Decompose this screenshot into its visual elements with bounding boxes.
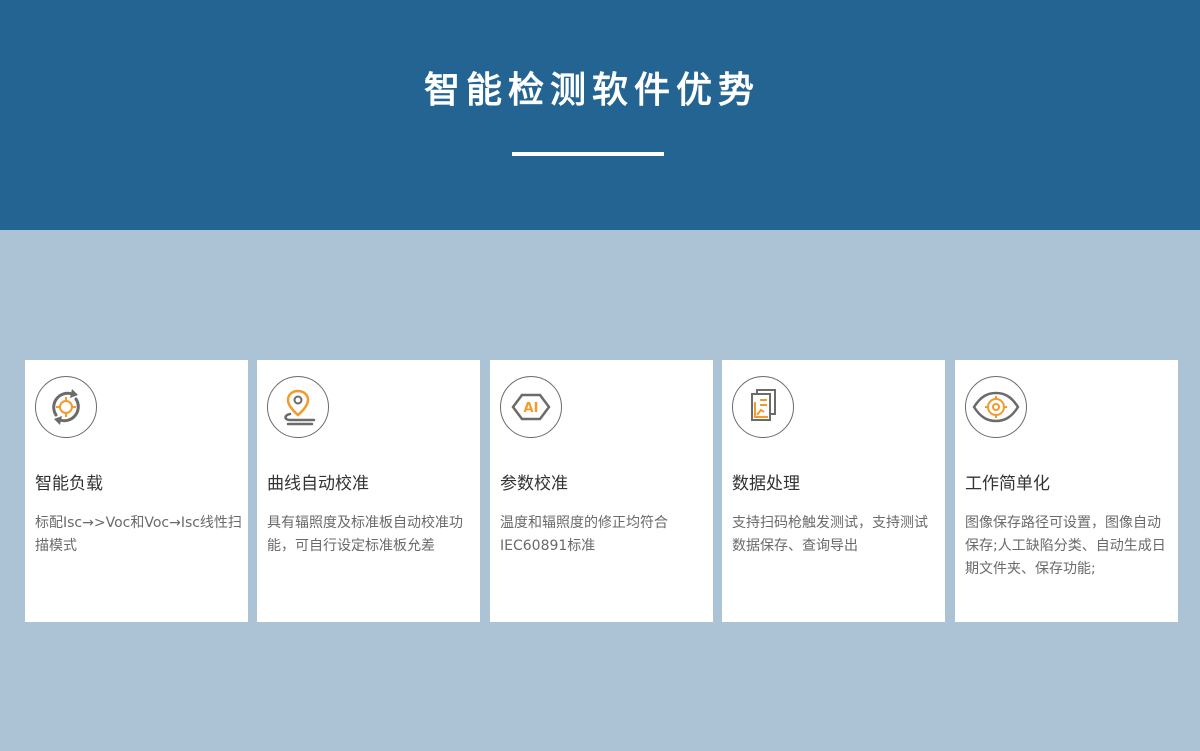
feature-title: 工作简单化 [965,474,1050,494]
feature-title: 数据处理 [732,474,800,494]
feature-description: 图像保存路径可设置，图像自动保存;人工缺陷分类、自动生成日期文件夹、保存功能; [965,515,1166,577]
feature-description: 标配Isc→>Voc和Voc→Isc线性扫描模式 [35,515,242,554]
feature-title: 智能负载 [35,474,103,494]
svg-text:AI: AI [524,401,539,416]
feature-description: 具有辐照度及标准板自动校准功能，可自行设定标准板允差 [267,515,463,554]
feature-title: 参数校准 [500,474,568,494]
feature-card-parameter-calibration: AI 参数校准 温度和辐照度的修正均符合IEC60891标准 [490,360,713,622]
location-pin-icon [267,376,329,438]
feature-card-simplified-work: 工作简单化 图像保存路径可设置，图像自动保存;人工缺陷分类、自动生成日期文件夹、… [955,360,1178,622]
feature-title: 曲线自动校准 [267,474,369,494]
rotate-arrows-icon [35,376,97,438]
ai-hexagon-icon: AI [500,376,562,438]
feature-cards: 智能负载 标配Isc→>Voc和Voc→Isc线性扫描模式 曲线自动校准 具有辐… [0,0,1200,751]
documents-chart-icon [732,376,794,438]
feature-card-data-processing: 数据处理 支持扫码枪触发测试，支持测试数据保存、查询导出 [722,360,945,622]
feature-card-smart-load: 智能负载 标配Isc→>Voc和Voc→Isc线性扫描模式 [25,360,248,622]
feature-card-curve-calibration: 曲线自动校准 具有辐照度及标准板自动校准功能，可自行设定标准板允差 [257,360,480,622]
feature-description: 支持扫码枪触发测试，支持测试数据保存、查询导出 [732,515,928,554]
feature-description: 温度和辐照度的修正均符合IEC60891标准 [500,515,668,554]
eye-target-icon [965,376,1027,438]
